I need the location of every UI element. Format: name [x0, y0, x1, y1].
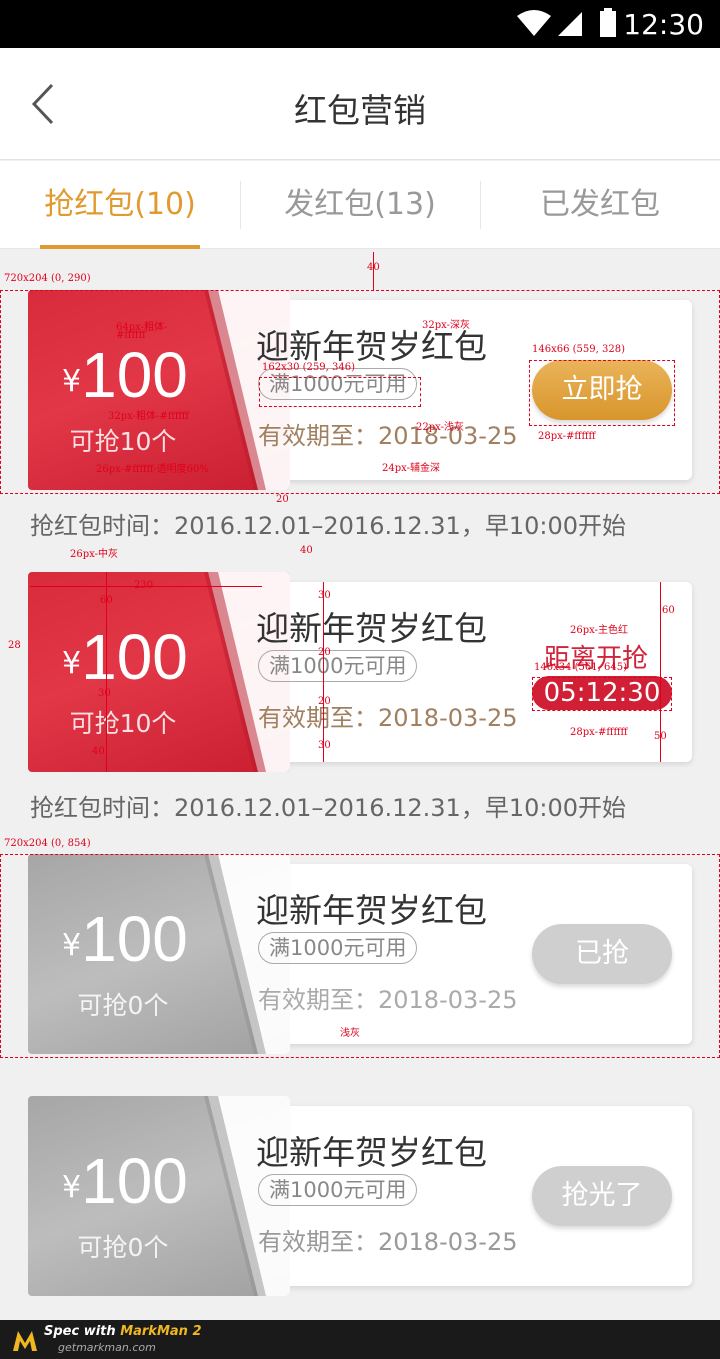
packet-name: 迎新年贺岁红包	[256, 609, 487, 648]
spec-annotation: 30	[98, 688, 111, 699]
spec-annotation: 146x66 (559, 328)	[532, 344, 625, 355]
spec-annotation: 28px-#ffffff	[570, 727, 628, 738]
markman-site: getmarkman.com	[58, 1341, 156, 1354]
spec-annotation: 32px-粗体-#ffffff	[108, 411, 190, 422]
brand-prefix: Spec with	[44, 1324, 121, 1339]
spec-annotation: 40	[367, 262, 380, 273]
spec-annotation: 浅灰	[340, 1028, 360, 1039]
validity: 有效期至：2018-03-25	[258, 698, 517, 733]
spec-annotation: 20	[318, 696, 331, 707]
tab-underline	[40, 245, 200, 249]
validity-label: 有效期至：	[258, 704, 378, 732]
nav-header: 红包营销	[0, 48, 720, 160]
spec-annotation: 230	[134, 580, 154, 591]
usage-condition: 满1000元可用	[258, 650, 418, 682]
spec-box	[532, 677, 672, 711]
markman-logo-icon	[13, 1331, 37, 1351]
spec-box	[259, 377, 421, 407]
tab-sent-red-packets[interactable]: 已发红包	[480, 161, 720, 249]
spec-annotation: 720x204 (0, 290)	[4, 273, 91, 284]
usage-condition: 满1000元可用	[258, 1174, 418, 1206]
spec-annotation: #ffffff	[116, 330, 146, 341]
spec-annotation: 30	[318, 590, 331, 601]
tab-bar: 抢红包(10) 发红包(13) 已发红包	[0, 161, 720, 249]
amount: ¥100	[62, 620, 252, 694]
spec-box	[0, 854, 720, 1058]
remaining-count: 可抢10个	[69, 709, 177, 738]
amount-value: 100	[81, 1145, 188, 1217]
sold-out-button[interactable]: 抢光了	[532, 1166, 672, 1226]
spec-annotation: 720x204 (0, 854)	[4, 838, 91, 849]
tab-grab-red-packet[interactable]: 抢红包(10)	[0, 161, 240, 249]
grab-time-text: 抢红包时间：2016.12.01–2016.12.31，早10:00开始	[30, 512, 626, 540]
red-packet-envelope: ¥100 可抢10个	[28, 572, 290, 772]
battery-icon	[600, 8, 616, 37]
spec-annotation: 20	[318, 647, 331, 658]
signal-icon	[558, 12, 582, 36]
spec-annotation: 28px-#ffffff	[538, 431, 596, 442]
currency-symbol: ¥	[62, 646, 82, 681]
validity-label: 有效期至：	[258, 1228, 378, 1256]
red-packet-card: ¥100 可抢0个 迎新年贺岁红包 满1000元可用 有效期至：2018-03-…	[28, 1096, 692, 1296]
red-packet-envelope: ¥100 可抢0个	[28, 1096, 290, 1296]
tab-label: 抢红包(10)	[44, 187, 196, 222]
brand-name: MarkMan 2	[120, 1324, 202, 1339]
wifi-icon	[517, 10, 551, 36]
spec-annotation: 40	[300, 545, 313, 556]
amount: ¥100	[62, 1144, 252, 1218]
page-title: 红包营销	[294, 91, 426, 130]
validity-date: 2018-03-25	[378, 1228, 518, 1256]
markman-brand: Spec with MarkMan 2	[44, 1324, 202, 1339]
spec-annotation: 26px-#ffffff-透明度60%	[96, 464, 209, 475]
spec-annotation: 24px-辅金深	[382, 463, 440, 474]
grab-time-text: 抢红包时间：2016.12.01–2016.12.31，早10:00开始	[30, 794, 626, 822]
status-bar: 12:30	[0, 0, 720, 48]
validity-date: 2018-03-25	[378, 704, 518, 732]
spec-annotation: 30	[318, 740, 331, 751]
remaining-count: 可抢0个	[77, 1233, 169, 1262]
tab-label: 发红包(13)	[284, 187, 436, 222]
spec-annotation: 28	[8, 640, 21, 651]
spec-annotation: 20	[276, 494, 289, 505]
spec-annotation: 140x34 (561, 645)	[534, 662, 627, 673]
spec-annotation: 32px-深灰	[422, 320, 470, 331]
spec-annotation: 40	[92, 746, 105, 757]
tab-label: 已发红包	[540, 187, 660, 222]
spec-annotation: 50	[654, 731, 667, 742]
spec-measure	[323, 582, 324, 762]
spec-annotation: 162x30 (259, 346)	[262, 362, 355, 373]
clock: 12:30	[623, 8, 704, 41]
currency-symbol: ¥	[62, 1170, 82, 1205]
spec-box	[529, 360, 675, 426]
packet-name: 迎新年贺岁红包	[256, 1133, 487, 1172]
spec-annotation: 22px-浅灰	[416, 422, 464, 433]
tab-send-red-packet[interactable]: 发红包(13)	[240, 161, 480, 249]
spec-annotation: 26px-中灰	[70, 549, 118, 560]
validity: 有效期至：2018-03-25	[258, 1222, 517, 1257]
spec-annotation: 60	[100, 595, 113, 606]
spec-annotation: 60	[662, 605, 675, 616]
spec-annotation: 26px-主色红	[570, 625, 628, 636]
amount-value: 100	[81, 621, 188, 693]
markman-footer: Spec with MarkMan 2 getmarkman.com	[0, 1320, 720, 1359]
